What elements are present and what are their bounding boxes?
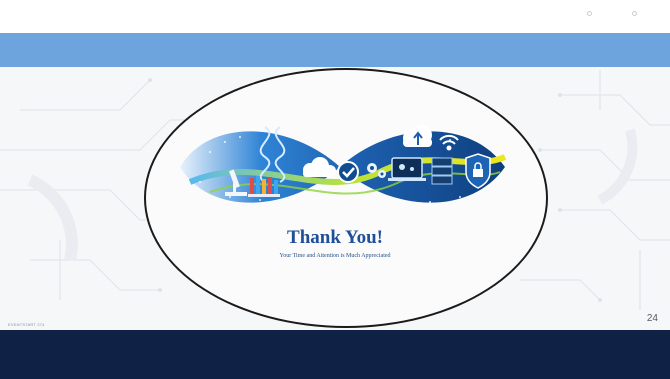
thank-you-subtitle: Your Time and Attention is Much Apprecia… — [279, 253, 391, 259]
server-icon — [431, 157, 453, 185]
laptop-icon — [388, 157, 426, 181]
page-number: 24 — [646, 313, 658, 324]
footer-note: EVENTSTART 274 — [8, 322, 45, 327]
presentation-slide: Thank You! Your Time and Attention is Mu… — [0, 0, 670, 379]
thank-you-title: Thank You! — [287, 227, 383, 248]
science-tech-banner — [180, 125, 507, 203]
upload-cloud-icon — [403, 125, 432, 147]
check-circle-icon — [337, 161, 359, 183]
slide-footer-bar — [0, 330, 670, 379]
